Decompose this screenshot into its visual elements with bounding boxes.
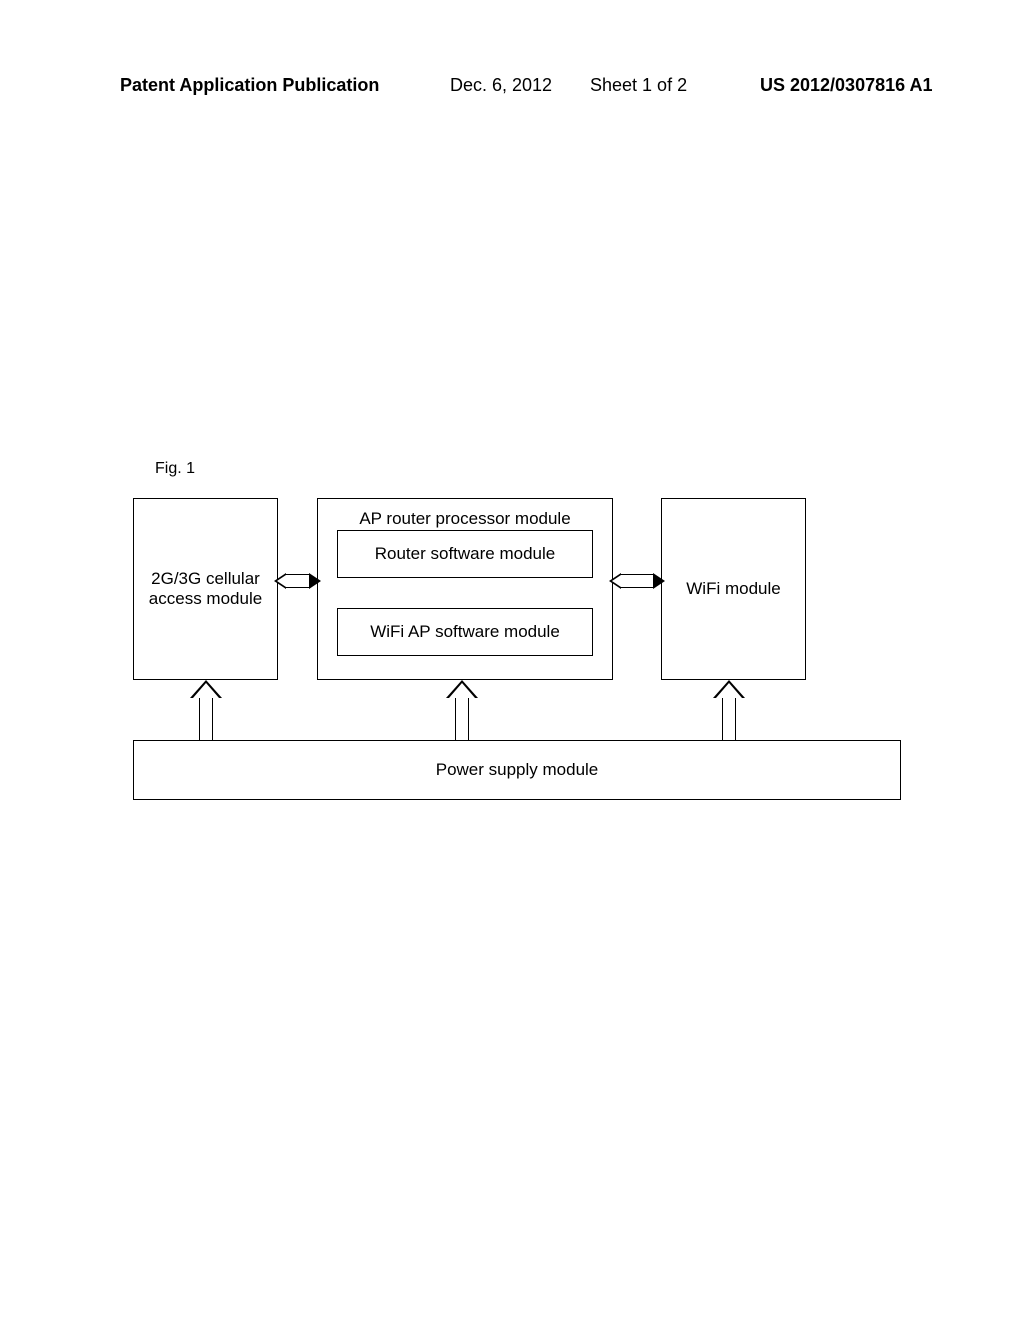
router-software-module-box: Router software module xyxy=(337,530,593,578)
sheet-indicator: Sheet 1 of 2 xyxy=(590,75,687,96)
wifi-module-label: WiFi module xyxy=(686,579,780,599)
power-supply-module-box: Power supply module xyxy=(133,740,901,800)
arrow-cellular-aprouter-icon xyxy=(276,574,319,586)
arrow-aprouter-wifi-icon xyxy=(611,574,663,586)
figure-label: Fig. 1 xyxy=(155,460,195,478)
wifi-ap-software-module-box: WiFi AP software module xyxy=(337,608,593,656)
arrow-power-to-aprouter-icon xyxy=(449,682,475,740)
power-supply-label: Power supply module xyxy=(436,760,599,780)
cellular-access-module-box: 2G/3G cellular access module xyxy=(133,498,278,680)
publication-type: Patent Application Publication xyxy=(120,75,379,96)
patent-page: Patent Application Publication Dec. 6, 2… xyxy=(0,0,1024,1320)
router-software-label: Router software module xyxy=(375,544,555,564)
ap-router-title: AP router processor module xyxy=(318,509,612,529)
arrow-power-to-cellular-icon xyxy=(193,682,219,740)
publication-date: Dec. 6, 2012 xyxy=(450,75,552,96)
wifi-ap-software-label: WiFi AP software module xyxy=(370,622,560,642)
cellular-access-module-label: 2G/3G cellular access module xyxy=(140,569,271,610)
wifi-module-box: WiFi module xyxy=(661,498,806,680)
arrow-power-to-wifi-icon xyxy=(716,682,742,740)
document-number: US 2012/0307816 A1 xyxy=(760,75,932,96)
